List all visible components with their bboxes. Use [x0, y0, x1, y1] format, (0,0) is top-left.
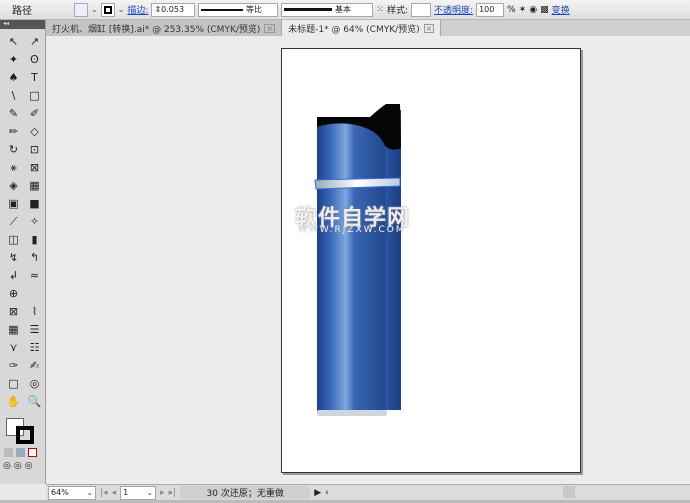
next-page-icon[interactable]: ▸ — [160, 488, 165, 498]
chevron-down-icon: ⌄ — [86, 488, 93, 497]
zoom-select[interactable]: 64% ⌄ — [48, 485, 96, 500]
status-message[interactable]: 30 次还原；无重做 — [180, 486, 311, 499]
horizontal-scrollbar[interactable] — [333, 487, 690, 499]
page-select[interactable]: 1 ⌄ — [120, 485, 157, 500]
prev-page-icon[interactable]: ◂ — [112, 488, 117, 498]
lighter-body-front[interactable] — [317, 118, 385, 413]
lighter-artwork[interactable] — [0, 0, 690, 503]
scrollbar-thumb[interactable] — [563, 486, 575, 498]
chevron-down-icon: ⌄ — [146, 488, 154, 497]
lighter-body-side[interactable] — [385, 110, 401, 410]
watermark-url: WWW.RJZXW.COM — [298, 225, 406, 235]
last-page-icon[interactable]: ▸| — [169, 488, 177, 498]
lighter-bottom[interactable] — [317, 410, 387, 416]
scroll-left-icon[interactable]: ‹ — [325, 488, 329, 498]
status-menu-icon[interactable]: ▶ — [314, 488, 321, 498]
status-bar: 64% ⌄ |◂ ◂ 1 ⌄ ▸ ▸| 30 次还原；无重做 ▶ ‹ — [46, 484, 690, 500]
first-page-icon[interactable]: |◂ — [100, 488, 108, 498]
